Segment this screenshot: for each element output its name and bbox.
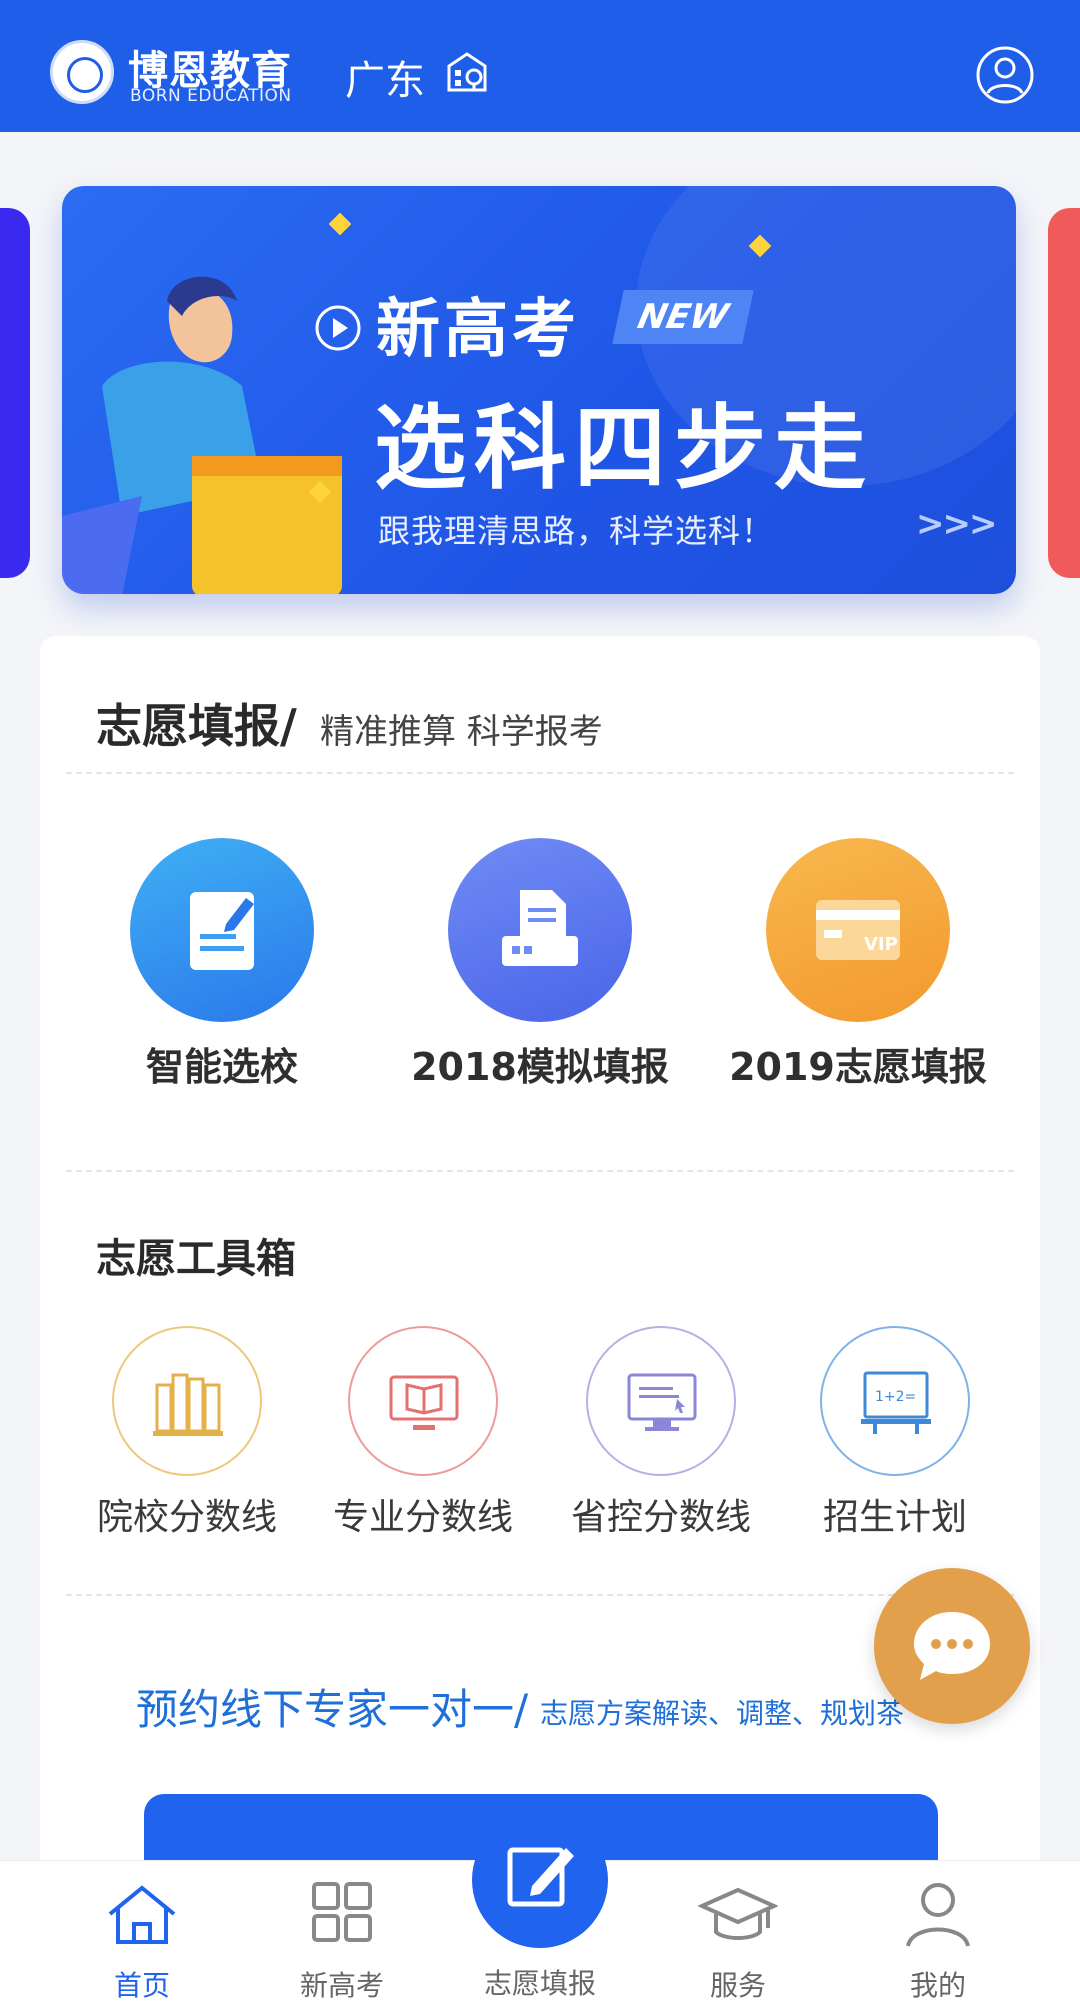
tab-label: 新高考: [299, 1969, 384, 2002]
tool-label: 省控分数线: [570, 1497, 751, 1538]
books-icon: [153, 1373, 223, 1436]
printer-icon: [502, 890, 578, 966]
tab-service[interactable]: 服务: [638, 1880, 838, 2002]
feature-circle: VIP: [766, 838, 950, 1022]
promo-banner[interactable]: 新高考 NEW 选科四步走 跟我理清思路，科学选科！ >>>: [62, 186, 1016, 594]
user-account-icon[interactable]: [975, 45, 1035, 105]
home-icon: [108, 1885, 176, 1944]
enrollment-plan-button[interactable]: 1+2= 招生计划: [780, 1326, 1010, 1538]
divider: [66, 1170, 1014, 1172]
brand-logo: [50, 40, 114, 104]
region-selector[interactable]: 广东: [345, 48, 425, 106]
mock-fill-2018-button[interactable]: 2018模拟填报: [390, 838, 690, 1098]
tab-label: 服务: [709, 1969, 766, 2002]
carousel-next-slide[interactable]: [1048, 208, 1080, 578]
feature-label: 智能选校: [145, 1045, 298, 1089]
monitor-icon: [627, 1373, 697, 1431]
vip-card-icon: VIP: [816, 900, 900, 960]
tab-home[interactable]: 首页: [42, 1880, 242, 2002]
toolbox-title: 志愿工具箱: [96, 1236, 296, 1282]
feature-circle: [448, 838, 632, 1022]
tool-label: 院校分数线: [96, 1497, 277, 1538]
tool-label: 专业分数线: [332, 1497, 513, 1538]
banner-headline: 新高考: [376, 293, 580, 367]
feature-label: 2018模拟填报: [411, 1045, 669, 1089]
divider: [66, 1594, 1014, 1596]
tab-volunteer-fill[interactable]: [472, 1812, 608, 1948]
volunteer-fill-2019-button[interactable]: VIP 2019志愿填报: [708, 838, 1008, 1098]
smart-school-select-button[interactable]: 智能选校: [72, 838, 372, 1098]
volunteer-section-subtitle: 精准推算 科学报考: [320, 712, 603, 752]
banner-arrows: >>>: [916, 504, 997, 544]
banner-subtitle: 跟我理清思路，科学选科！: [378, 512, 775, 550]
feature-circle: [130, 838, 314, 1022]
brand-name-en: BORN EDUCATION: [130, 86, 292, 106]
feature-label: 2019志愿填报: [729, 1045, 987, 1089]
appointment-subtitle: 志愿方案解读、调整、规划茶: [540, 1697, 905, 1730]
grid-icon: [312, 1882, 372, 1942]
chat-button[interactable]: [874, 1568, 1030, 1724]
major-score-line-button[interactable]: 专业分数线: [308, 1326, 538, 1538]
tab-new-gaokao[interactable]: 新高考: [242, 1880, 442, 2002]
tool-ring: [112, 1326, 262, 1476]
college-score-line-button[interactable]: 院校分数线: [72, 1326, 302, 1538]
appointment-title[interactable]: 预约线下专家一对一/: [136, 1676, 528, 1737]
tool-ring: [348, 1326, 498, 1476]
edit-icon: [507, 1847, 574, 1907]
volunteer-section-title: 志愿填报/: [96, 699, 297, 753]
province-score-line-button[interactable]: 省控分数线: [546, 1326, 776, 1538]
play-icon: [315, 305, 361, 351]
location-building-icon[interactable]: [445, 50, 489, 94]
form-icon: [190, 892, 254, 970]
profile-icon: [906, 1883, 970, 1947]
blackboard-icon: 1+2=: [861, 1371, 931, 1434]
graduation-cap-icon: [698, 1887, 778, 1940]
chat-bubble-icon: [914, 1612, 990, 1680]
svg-text:VIP: VIP: [864, 934, 898, 955]
divider: [66, 772, 1014, 774]
tool-label: 招生计划: [822, 1497, 967, 1538]
carousel-prev-slide[interactable]: [0, 208, 30, 578]
tool-ring: [586, 1326, 736, 1476]
book-monitor-icon: [389, 1375, 459, 1430]
banner-title: 选科四步走: [374, 395, 875, 502]
tab-label: 我的: [909, 1969, 966, 2002]
app-header: 博恩教育 BORN EDUCATION 广东: [0, 0, 1080, 132]
new-badge: NEW: [612, 290, 754, 344]
banner-sparkle: [328, 212, 352, 236]
svg-text:1+2=: 1+2=: [875, 1389, 916, 1405]
tool-ring: 1+2=: [820, 1326, 970, 1476]
tab-label[interactable]: 志愿填报: [440, 1962, 640, 2002]
tab-label: 首页: [113, 1969, 170, 2002]
tab-mine[interactable]: 我的: [838, 1880, 1038, 2002]
